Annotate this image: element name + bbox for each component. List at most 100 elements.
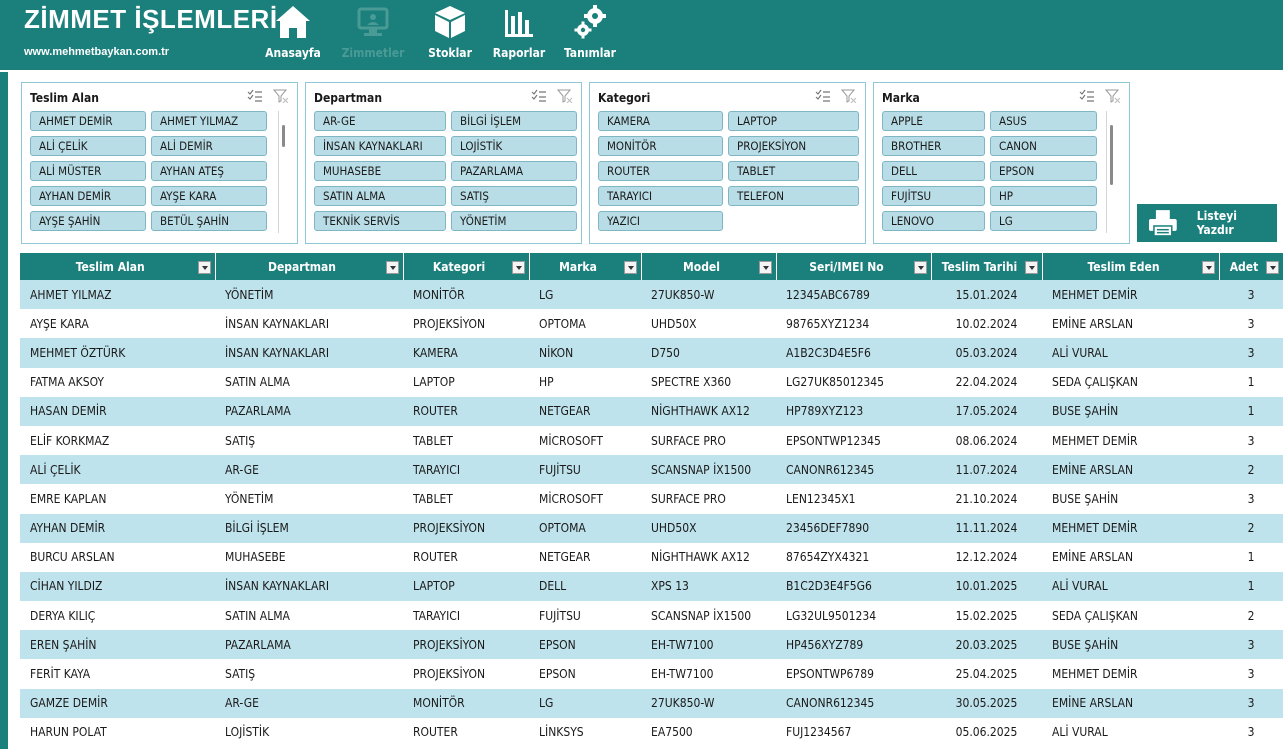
table-row[interactable]: HARUN POLAT LOJİSTİK ROUTER LİNKSYS EA7500 FU… — [20, 717, 1283, 747]
table-cell[interactable]: AR-GE — [215, 455, 403, 485]
table-cell[interactable]: AHMET YILMAZ — [20, 280, 215, 310]
filter-dropdown-icon[interactable] — [197, 261, 211, 274]
table-cell[interactable]: ROUTER — [403, 396, 529, 426]
table-row[interactable]: DERYA KILIÇ SATIN ALMA TARAYICI FUJİTSU SCAN… — [20, 601, 1283, 631]
column-header-teslim-eden[interactable]: Teslim Eden — [1042, 253, 1220, 280]
table-cell[interactable]: 15.01.2024 — [931, 280, 1042, 310]
slicer-item[interactable]: LAPTOP — [728, 111, 859, 131]
multi-select-icon[interactable] — [531, 89, 547, 103]
slicer-item[interactable]: TABLET — [728, 161, 859, 181]
table-cell[interactable]: FUJ1234567 — [776, 717, 931, 747]
table-cell[interactable]: 3 — [1219, 280, 1283, 310]
table-cell[interactable]: ELİF KORKMAZ — [20, 425, 215, 456]
filter-dropdown-icon[interactable] — [385, 261, 399, 274]
clear-filter-icon[interactable] — [557, 89, 573, 103]
slicer-item[interactable]: FUJİTSU — [882, 186, 985, 206]
table-cell[interactable]: 3 — [1219, 338, 1283, 368]
table-cell[interactable]: FUJİTSU — [529, 601, 641, 631]
table-cell[interactable]: 11.11.2024 — [931, 513, 1042, 543]
multi-select-icon[interactable] — [247, 89, 263, 103]
table-cell[interactable]: DELL — [529, 571, 641, 602]
table-cell[interactable]: LAPTOP — [403, 571, 529, 602]
slicer-item[interactable]: AR-GE — [314, 111, 446, 131]
table-cell[interactable]: LG — [529, 280, 641, 310]
table-row[interactable]: FERİT KAYA SATIŞ PROJEKSİYON EPSON EH-TW7100… — [20, 659, 1283, 689]
table-cell[interactable]: BİLGİ İŞLEM — [215, 513, 403, 543]
table-cell[interactable]: FATMA AKSOY — [20, 367, 215, 397]
table-row[interactable]: HASAN DEMİR PAZARLAMA ROUTER NETGEAR NİGHTHA… — [20, 396, 1283, 426]
table-cell[interactable]: 15.02.2025 — [931, 601, 1042, 631]
table-cell[interactable]: ROUTER — [403, 542, 529, 572]
table-cell[interactable]: PROJEKSİYON — [403, 659, 529, 689]
slicer-item[interactable]: SATIN ALMA — [314, 186, 446, 206]
table-cell[interactable]: 1 — [1219, 571, 1283, 602]
table-cell[interactable]: 3 — [1219, 717, 1283, 747]
table-cell[interactable]: 25.04.2025 — [931, 659, 1042, 689]
table-cell[interactable]: EH-TW7100 — [641, 659, 776, 689]
slicer-item[interactable]: AYHAN ATEŞ — [151, 161, 267, 181]
column-header-adet[interactable]: Adet — [1219, 253, 1283, 280]
table-cell[interactable]: BUSE ŞAHİN — [1042, 396, 1219, 426]
table-row[interactable]: AYHAN DEMİR BİLGİ İŞLEM PROJEKSİYON OPTOMA U… — [20, 513, 1283, 543]
table-cell[interactable]: LG32UL9501234 — [776, 601, 931, 631]
filter-dropdown-icon[interactable] — [1201, 261, 1215, 274]
slicer-item[interactable]: ASUS — [990, 111, 1097, 131]
slicer-item[interactable]: BETÜL ŞAHİN — [151, 211, 267, 231]
column-header-marka[interactable]: Marka — [529, 253, 642, 280]
table-cell[interactable]: 05.06.2025 — [931, 717, 1042, 747]
table-cell[interactable]: SATIŞ — [215, 425, 403, 456]
table-cell[interactable]: 3 — [1219, 630, 1283, 660]
table-cell[interactable]: SEDA ÇALIŞKAN — [1042, 367, 1219, 397]
table-cell[interactable]: SATIN ALMA — [215, 601, 403, 631]
slicer-item[interactable]: HP — [990, 186, 1097, 206]
table-cell[interactable]: EMİNE ARSLAN — [1042, 688, 1219, 718]
table-cell[interactable]: ALİ ÇELİK — [20, 455, 215, 485]
clear-filter-icon[interactable] — [841, 89, 857, 103]
table-row[interactable]: EREN ŞAHİN PAZARLAMA PROJEKSİYON EPSON EH-TW… — [20, 630, 1283, 660]
table-cell[interactable]: MUHASEBE — [215, 542, 403, 572]
table-cell[interactable]: MEHMET DEMİR — [1042, 425, 1219, 456]
table-cell[interactable]: YÖNETİM — [215, 484, 403, 514]
table-cell[interactable]: NETGEAR — [529, 542, 641, 572]
table-cell[interactable]: DERYA KILIÇ — [20, 601, 215, 631]
table-cell[interactable]: BURCU ARSLAN — [20, 542, 215, 572]
table-cell[interactable]: A1B2C3D4E5F6 — [776, 338, 931, 368]
table-cell[interactable]: İNSAN KAYNAKLARI — [215, 309, 403, 339]
table-cell[interactable]: EMRE KAPLAN — [20, 484, 215, 514]
print-list-button[interactable]: Listeyi Yazdır — [1137, 204, 1277, 242]
table-cell[interactable]: KAMERA — [403, 338, 529, 368]
slicer-item[interactable]: KAMERA — [598, 111, 723, 131]
slicer-item[interactable]: İNSAN KAYNAKLARI — [314, 136, 446, 156]
table-cell[interactable]: EH-TW7100 — [641, 630, 776, 660]
slicer-item[interactable]: BİLGİ İŞLEM — [451, 111, 577, 131]
table-cell[interactable]: 10.02.2024 — [931, 309, 1042, 339]
table-cell[interactable]: PROJEKSİYON — [403, 630, 529, 660]
table-row[interactable]: ALİ ÇELİK AR-GE TARAYICI FUJİTSU SCANSNAP İX… — [20, 455, 1283, 485]
table-cell[interactable]: B1C2D3E4F5G6 — [776, 571, 931, 602]
table-cell[interactable]: 98765XYZ1234 — [776, 309, 931, 339]
slicer-item[interactable]: LENOVO — [882, 211, 985, 231]
table-cell[interactable]: SCANSNAP İX1500 — [641, 455, 776, 485]
table-cell[interactable]: 27UK850-W — [641, 688, 776, 718]
table-cell[interactable]: OPTOMA — [529, 309, 641, 339]
table-cell[interactable]: PROJEKSİYON — [403, 513, 529, 543]
table-cell[interactable]: 17.05.2024 — [931, 396, 1042, 426]
clear-filter-icon[interactable] — [273, 89, 289, 103]
table-cell[interactable]: 1 — [1219, 396, 1283, 426]
table-cell[interactable]: UHD50X — [641, 309, 776, 339]
table-cell[interactable]: 05.03.2024 — [931, 338, 1042, 368]
table-cell[interactable]: FERİT KAYA — [20, 659, 215, 689]
column-header-teslim-alan[interactable]: Teslim Alan — [20, 253, 216, 280]
table-cell[interactable]: CANONR612345 — [776, 455, 931, 485]
nav-anasayfa[interactable]: Anasayfa — [258, 2, 328, 60]
slicer-item[interactable]: YÖNETİM — [451, 211, 577, 231]
table-cell[interactable]: EMİNE ARSLAN — [1042, 309, 1219, 339]
table-cell[interactable]: ALİ VURAL — [1042, 717, 1219, 747]
table-row[interactable]: BURCU ARSLAN MUHASEBE ROUTER NETGEAR NİGHTHA… — [20, 542, 1283, 572]
table-cell[interactable]: 20.03.2025 — [931, 630, 1042, 660]
table-cell[interactable]: MONİTÖR — [403, 688, 529, 718]
slicer-item[interactable]: LG — [990, 211, 1097, 231]
slicer-item[interactable]: SATIŞ — [451, 186, 577, 206]
slicer-item[interactable]: MONİTÖR — [598, 136, 723, 156]
table-row[interactable]: MEHMET ÖZTÜRK İNSAN KAYNAKLARI KAMERA NİKON… — [20, 338, 1283, 368]
